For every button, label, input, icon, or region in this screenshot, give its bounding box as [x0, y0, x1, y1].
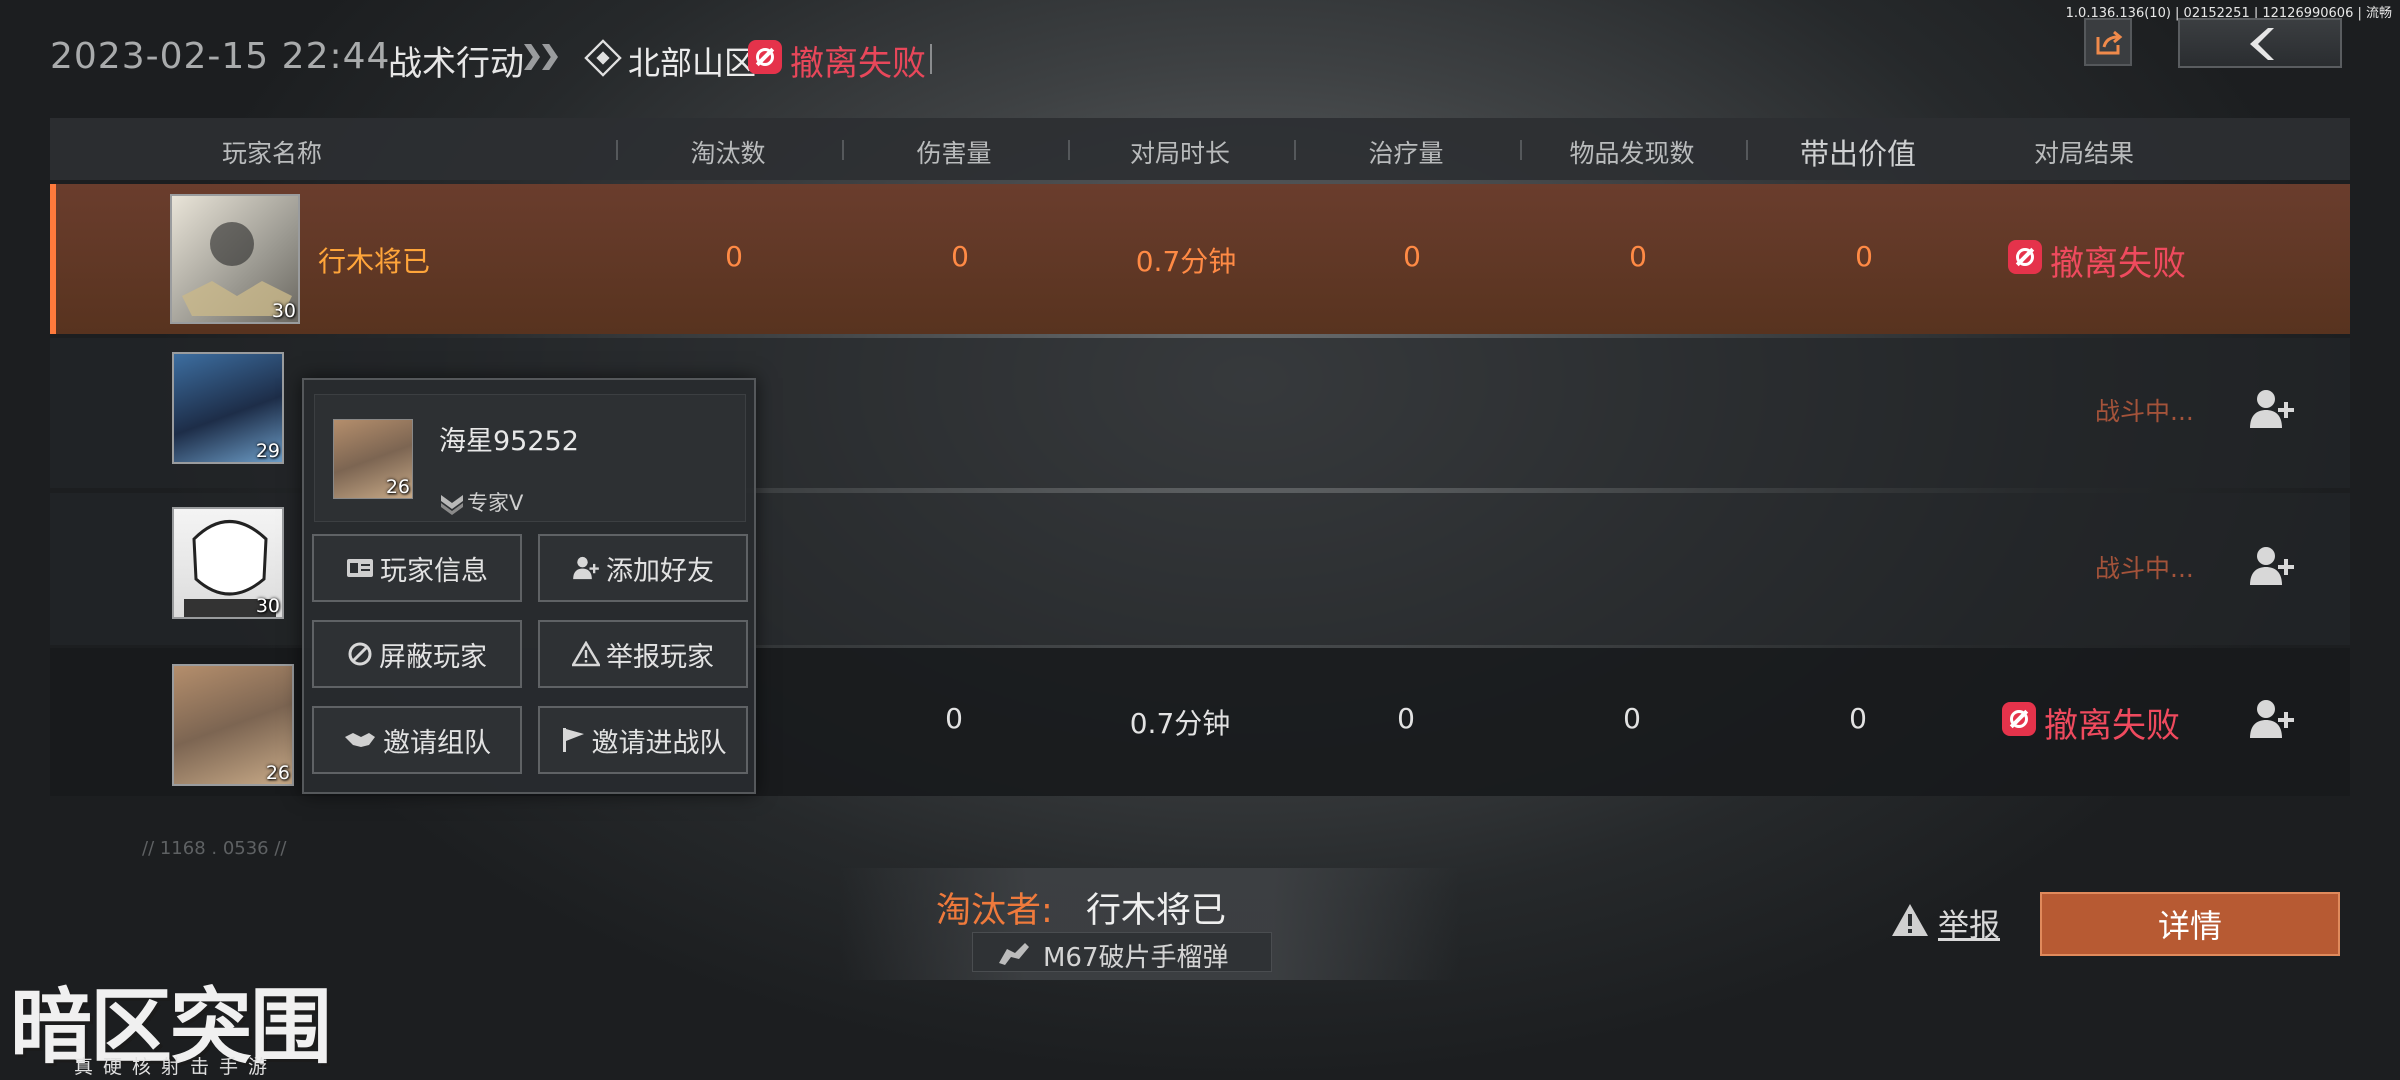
grenade-kill-icon [999, 943, 1029, 965]
match-result-header: 撤离失败 [790, 44, 926, 84]
table-row-self[interactable]: 30 行木将已 0 0 0.7分钟 0 0 0 撤离失败 [50, 184, 2350, 334]
match-result: 战斗中... [2095, 397, 2194, 426]
game-mode: 战术行动 [388, 44, 524, 84]
map-name: 北部山区 [628, 44, 757, 82]
add-friend-icon[interactable] [2248, 698, 2296, 740]
column-header: 治疗量 [1368, 139, 1444, 168]
invite-team-button[interactable]: 邀请组队 [312, 706, 522, 774]
player-rank: 专家V [467, 491, 524, 515]
player-avatar: 26 [333, 419, 413, 499]
back-arrow-icon [2250, 28, 2274, 60]
extraction-fail-icon [2002, 702, 2036, 736]
share-icon [2096, 30, 2123, 55]
killer-label: 淘汰者: [936, 891, 1053, 931]
items-value: 0 [1623, 702, 1641, 735]
extraction-fail-icon [748, 40, 782, 74]
warning-icon [572, 641, 600, 667]
header-divider [930, 44, 932, 74]
duration-value: 0.7分钟 [1129, 707, 1231, 740]
value-value: 0 [1855, 240, 1873, 273]
player-info-button[interactable]: 玩家信息 [312, 534, 522, 602]
player-level: 30 [271, 300, 296, 322]
player-avatar[interactable]: 29 [172, 352, 284, 464]
weapon-box: M67破片手榴弹 [972, 932, 1272, 973]
details-button[interactable]: 详情 [2040, 892, 2340, 956]
report-link[interactable]: 举报 [1938, 900, 2000, 945]
healing-value: 0 [1403, 240, 1421, 273]
add-friend-icon[interactable] [2248, 388, 2296, 430]
player-avatar[interactable]: 26 [172, 664, 294, 786]
column-header: 对局时长 [1129, 139, 1230, 168]
add-friend-icon[interactable] [2248, 545, 2296, 587]
damage-value: 0 [945, 702, 963, 735]
back-button[interactable] [2178, 18, 2342, 68]
button-label: 举报玩家 [606, 641, 714, 673]
button-label: 邀请组队 [383, 727, 491, 759]
column-header: 对局结果 [2033, 139, 2134, 168]
extraction-fail-icon [2008, 240, 2042, 274]
killer-panel: 淘汰者: 行木将已 M67破片手榴弹 [840, 868, 1460, 980]
killer-name: 行木将已 [1086, 891, 1227, 931]
player-context-menu: 26 海星95252 专家V 玩家信息 添加好友 屏蔽玩家 举报玩家 邀请组队 … [302, 378, 756, 794]
handshake-icon [345, 733, 375, 747]
player-level: 30 [255, 595, 280, 617]
player-level: 26 [385, 476, 410, 498]
button-label: 屏蔽玩家 [379, 641, 487, 673]
column-header: 玩家名称 [221, 139, 322, 168]
button-label: 玩家信息 [380, 555, 488, 587]
block-player-button[interactable]: 屏蔽玩家 [312, 620, 522, 688]
column-header: 伤害量 [916, 139, 992, 168]
column-header: 带出价值 [1799, 137, 1916, 171]
player-level: 26 [265, 762, 290, 784]
player-name: 海星95252 [439, 426, 579, 457]
match-datetime: 2023-02-15 22:44 [50, 36, 391, 77]
duration-value: 0.7分钟 [1135, 245, 1237, 278]
value-value: 0 [1849, 702, 1867, 735]
rank-chevron-icon [441, 495, 463, 515]
id-card-icon [347, 559, 373, 577]
match-result: 战斗中... [2095, 554, 2194, 583]
column-header: 淘汰数 [690, 139, 766, 168]
damage-value: 0 [951, 240, 969, 273]
weapon-name: M67破片手榴弹 [1043, 943, 1229, 973]
add-friend-button[interactable]: 添加好友 [538, 534, 748, 602]
add-friend-icon [573, 556, 599, 580]
table-header: 玩家名称 淘汰数 伤害量 对局时长 治疗量 物品发现数 带出价值 对局结果 [50, 118, 2350, 180]
match-result: 撤离失败 [2044, 706, 2180, 746]
player-avatar[interactable]: 30 [172, 507, 284, 619]
player-name: 行木将已 [318, 245, 431, 278]
items-value: 0 [1629, 240, 1647, 273]
chevron-right-icon [524, 44, 540, 70]
player-avatar[interactable]: 30 [170, 194, 300, 324]
report-player-button[interactable]: 举报玩家 [538, 620, 748, 688]
logo-subtitle: 真硬核射击手游 [74, 1056, 278, 1078]
warning-icon[interactable] [1890, 902, 1930, 938]
share-button[interactable] [2084, 18, 2132, 66]
map-diamond-icon [584, 39, 622, 77]
coordinate-text: // 1168 . 0536 // [142, 838, 287, 859]
healing-value: 0 [1397, 702, 1415, 735]
button-label: 添加好友 [606, 555, 714, 587]
column-header: 物品发现数 [1569, 139, 1695, 168]
kills-value: 0 [725, 240, 743, 273]
flag-icon [562, 728, 584, 752]
chevron-right-icon [542, 44, 558, 70]
invite-clan-button[interactable]: 邀请进战队 [538, 706, 748, 774]
player-level: 29 [255, 440, 280, 462]
button-label: 邀请进战队 [591, 727, 727, 759]
match-result: 撤离失败 [2050, 244, 2186, 284]
block-icon [348, 642, 372, 666]
game-logo: 暗区突围 真硬核射击手游 [10, 954, 410, 1080]
player-card: 26 海星95252 专家V [314, 394, 746, 522]
